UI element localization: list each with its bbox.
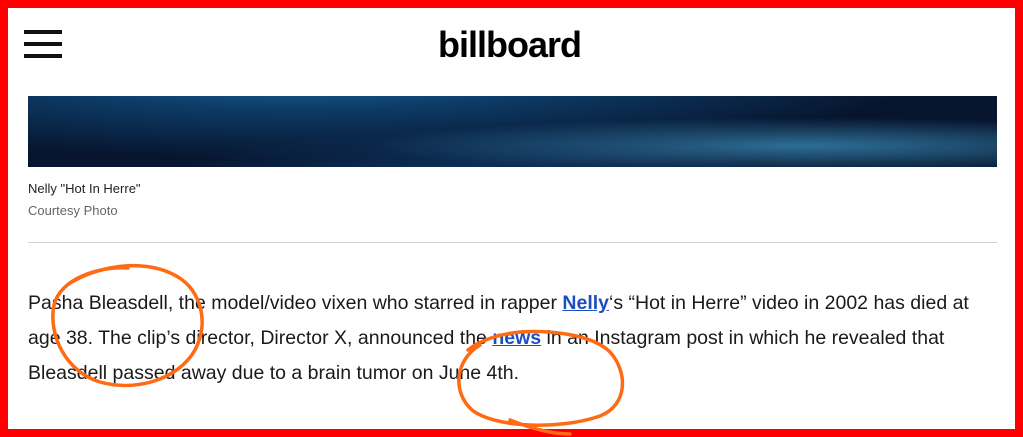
menu-bar <box>24 30 62 34</box>
link-news[interactable]: news <box>492 327 541 349</box>
menu-bar <box>24 42 62 46</box>
hamburger-menu-icon[interactable] <box>24 28 62 60</box>
billboard-logo[interactable]: billboard <box>438 24 582 66</box>
image-caption-credit: Courtesy Photo <box>28 203 118 218</box>
image-caption-title: Nelly "Hot In Herre" <box>28 181 141 196</box>
link-nelly[interactable]: Nelly <box>562 292 609 314</box>
screenshot-frame: billboard Nelly "Hot In Herre" Courtesy … <box>0 0 1023 437</box>
menu-bar <box>24 54 62 58</box>
caption-divider <box>28 242 997 243</box>
article-paragraph: Pasha Bleasdell, the model/video vixen w… <box>28 286 1003 391</box>
article-text-1: Pasha Bleasdell, the model/video vixen w… <box>28 292 563 314</box>
site-header: billboard <box>8 8 1015 96</box>
hero-image <box>28 96 997 167</box>
